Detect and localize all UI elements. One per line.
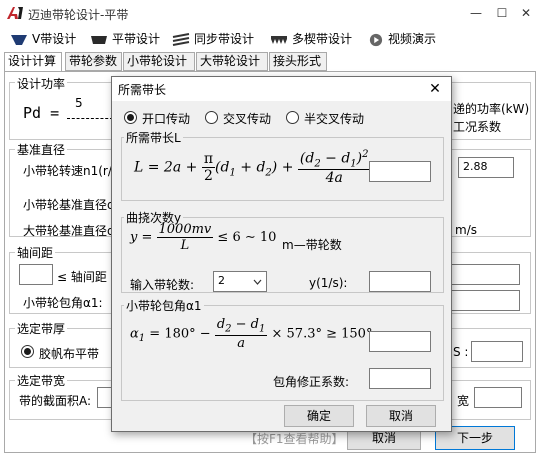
section-area-label: 带的截面积A: xyxy=(19,394,92,408)
open-drive-radio[interactable] xyxy=(124,111,137,124)
flex-formula-tail: m—带轮数 xyxy=(282,238,342,252)
video-demo-button[interactable]: 视频演示 xyxy=(368,29,436,49)
timing-belt-design-button[interactable]: 同步带设计 xyxy=(172,29,254,49)
small-speed-label: 小带轮转速n1(r/ xyxy=(23,164,112,178)
window-title: 迈迪带轮设计-平带 xyxy=(28,8,129,22)
tab-small-wheel[interactable]: 小带轮设计 xyxy=(123,52,195,71)
base-diameter-title: 基准直径 xyxy=(15,141,68,158)
dialog-title: 所需带长 xyxy=(118,83,167,97)
center-distance-min-field[interactable] xyxy=(19,264,53,285)
tool-label: 多楔带设计 xyxy=(292,32,353,46)
y-field[interactable] xyxy=(369,271,431,292)
tab-large-wheel[interactable]: 大带轮设计 xyxy=(196,52,268,71)
tab-joint-form[interactable]: 接头形式 xyxy=(269,52,327,71)
multi-wedge-belt-design-button[interactable]: 多楔带设计 xyxy=(270,29,352,49)
wrap-angle-formula: α1 = 180° − d2 − d1 a × 57.3° ≥ 150° xyxy=(130,317,373,351)
pd-fraction-line xyxy=(67,118,113,119)
small-base-diameter-label: 小带轮基准直径d xyxy=(23,198,115,212)
belt-length-formula: L = 2a + π 2 (d1 + d2) + (d2 − d1)2 4a xyxy=(134,149,371,187)
flat-belt-design-button[interactable]: 平带设计 xyxy=(90,29,160,49)
half-cross-drive-label: 半交叉传动 xyxy=(304,112,365,126)
pd-label: Pd = xyxy=(23,104,60,122)
close-button[interactable]: ✕ xyxy=(513,2,539,24)
tool-label: 视频演示 xyxy=(388,32,437,46)
dialog-cancel-button[interactable]: 取消 xyxy=(366,405,436,427)
thickness-field[interactable] xyxy=(471,341,523,362)
v-belt-design-button[interactable]: V带设计 xyxy=(10,29,76,49)
toolbar: V带设计 平带设计 同步带设计 多楔带设计 视频演示 xyxy=(0,28,541,50)
tab-wheel-params[interactable]: 带轮参数 xyxy=(65,52,122,71)
width-field[interactable] xyxy=(474,387,522,408)
open-drive-label: 开口传动 xyxy=(142,112,191,126)
ok-button[interactable]: 确定 xyxy=(284,405,354,427)
center-distance-title: 轴间距 xyxy=(15,244,56,261)
width-suffix: 宽 xyxy=(457,394,470,408)
pd-value: 5 xyxy=(75,96,83,110)
wrap-factor-field[interactable] xyxy=(369,368,431,389)
design-power-title: 设计功率 xyxy=(15,75,68,92)
wrap-angle-result-field[interactable] xyxy=(369,331,431,352)
cross-drive-radio[interactable] xyxy=(205,111,218,124)
canvas-belt-label: 胶帆布平带 xyxy=(39,347,100,361)
half-cross-drive-radio[interactable] xyxy=(286,111,299,124)
wrap-factor-label: 包角修正系数: xyxy=(273,375,350,389)
speed-unit: m/s xyxy=(455,223,477,237)
belt-length-group-title: 所需带长L xyxy=(124,129,183,146)
dialog-title-bar: 所需带长 ✕ xyxy=(112,77,451,101)
wrap-angle-group-title: 小带轮包角α1 xyxy=(124,297,204,314)
flat-belt-icon xyxy=(91,35,107,44)
help-hint: 【按F1查看帮助】 xyxy=(245,432,344,446)
work-factor-text: 工况系数 xyxy=(453,120,502,134)
app-logo-icon xyxy=(7,7,23,19)
belt-width-title: 选定带宽 xyxy=(15,372,68,389)
tool-label: 同步带设计 xyxy=(194,32,255,46)
title-bar: 迈迪带轮设计-平带 — ☐ ✕ xyxy=(0,0,541,28)
chevron-down-icon xyxy=(253,279,262,285)
wrap-angle-label: 小带轮包角α1: xyxy=(23,296,103,310)
center-distance-field[interactable] xyxy=(440,264,520,285)
minimize-button[interactable]: — xyxy=(463,2,489,24)
tool-label: 平带设计 xyxy=(112,32,161,46)
flex-count-formula: y = 1000mv L ≤ 6 ∼ 10 xyxy=(130,222,277,253)
canvas-belt-radio[interactable] xyxy=(21,345,34,358)
s-suffix: S : xyxy=(453,345,469,359)
y-label: y(1/s): xyxy=(309,276,348,290)
video-icon xyxy=(369,33,383,46)
tool-label: V带设计 xyxy=(32,32,77,46)
v-belt-icon xyxy=(11,34,27,45)
wrap-angle-field[interactable] xyxy=(440,290,520,311)
ratio-field[interactable]: 2.88 xyxy=(458,157,514,178)
center-distance-label: ≤ 轴间距 xyxy=(57,270,107,284)
wheel-count-label: 输入带轮数: xyxy=(130,278,195,292)
transfer-power-text: 递的功率(kW) xyxy=(453,102,530,116)
wheel-count-value: 2 xyxy=(218,274,225,287)
maximize-button[interactable]: ☐ xyxy=(489,2,515,24)
belt-length-field[interactable] xyxy=(369,161,431,182)
cross-drive-label: 交叉传动 xyxy=(223,112,272,126)
belt-thickness-title: 选定带厚 xyxy=(15,320,68,337)
belt-length-dialog: 所需带长 ✕ 开口传动 交叉传动 半交叉传动 所需带长L L = 2a + π2… xyxy=(111,76,452,432)
dialog-close-button[interactable]: ✕ xyxy=(424,79,446,99)
tab-design-calc[interactable]: 设计计算 xyxy=(4,52,62,72)
timing-belt-icon xyxy=(172,32,190,46)
wheel-count-select[interactable]: 2 xyxy=(213,271,267,292)
large-base-diameter-label: 大带轮基准直径d xyxy=(23,224,115,238)
multi-wedge-belt-icon xyxy=(271,35,287,44)
